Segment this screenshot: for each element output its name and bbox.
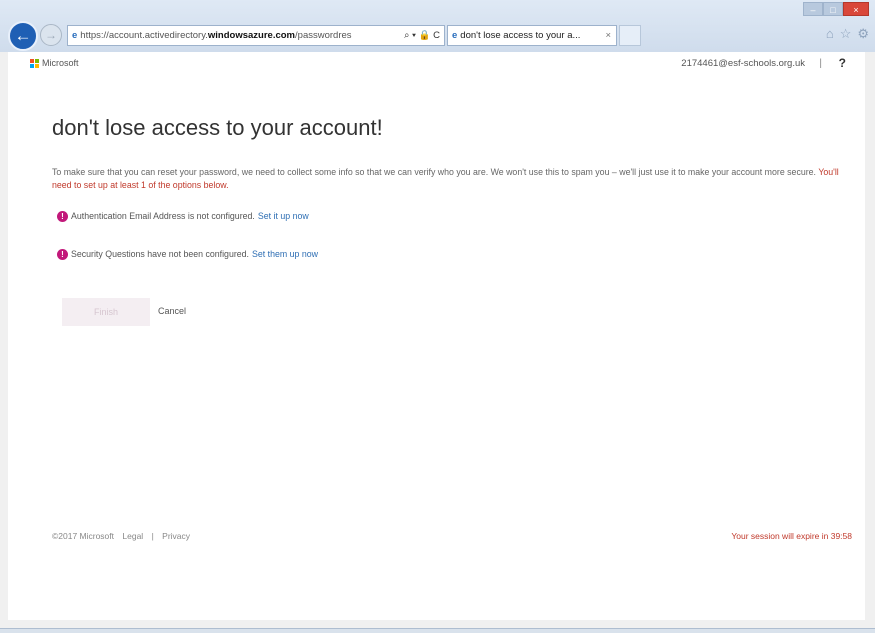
forward-button[interactable]: →	[40, 24, 62, 46]
email-status-text: Authentication Email Address is not conf…	[71, 211, 255, 221]
page-title: don't lose access to your account!	[52, 115, 383, 140]
privacy-link[interactable]: Privacy	[162, 531, 190, 541]
tab-title: don't lose access to your a...	[460, 30, 581, 41]
set-up-questions-link[interactable]: Set them up now	[252, 249, 318, 259]
brand-name: Microsoft	[42, 58, 79, 68]
close-window-button[interactable]: ×	[843, 2, 869, 16]
alert-icon: !	[57, 249, 68, 261]
back-button[interactable]: ←	[8, 21, 38, 51]
set-up-email-link[interactable]: Set it up now	[258, 211, 309, 221]
ie-icon: e	[72, 30, 78, 41]
taskbar	[0, 628, 875, 633]
url-host-main: windowsazure.com	[207, 30, 296, 41]
page-footer: ©2017 Microsoft Legal | Privacy Your ses…	[52, 531, 852, 545]
window-controls: – □ ×	[803, 2, 869, 16]
url-scheme: https://	[80, 30, 109, 41]
new-tab-button[interactable]	[619, 25, 641, 46]
header-separator: |	[819, 58, 822, 69]
url-host-prefix: account.activedirectory.	[108, 30, 208, 41]
legal-link[interactable]: Legal	[122, 531, 143, 541]
footer-separator: |	[151, 531, 154, 541]
microsoft-logo-icon	[30, 59, 39, 68]
finish-button[interactable]: Finish	[62, 298, 150, 326]
questions-status-text: Security Questions have not been configu…	[71, 249, 250, 259]
intro-text: To make sure that you can reset your pas…	[52, 166, 852, 192]
browser-toolbar-icons: ⌂ ☆ ⚙	[826, 26, 869, 42]
minimize-button[interactable]: –	[803, 2, 823, 16]
ie-icon: e	[452, 30, 458, 41]
close-tab-icon[interactable]: ×	[605, 26, 611, 45]
star-icon[interactable]: ☆	[840, 26, 852, 42]
url-path: /passwordres	[295, 30, 352, 41]
browser-chrome: ← → e https://account.activedirectory.win…	[0, 0, 875, 52]
ms-header: Microsoft 2174461@esf-schools.org.uk | ?	[30, 55, 850, 73]
alert-icon: !	[57, 211, 68, 223]
cancel-link[interactable]: Cancel	[158, 306, 186, 316]
copyright: ©2017 Microsoft	[52, 531, 115, 541]
help-icon[interactable]: ?	[839, 56, 846, 70]
security-questions-item: ! Security Questions have not been config…	[57, 246, 318, 262]
user-email[interactable]: 2174461@esf-schools.org.uk	[681, 58, 805, 69]
maximize-button[interactable]: □	[823, 2, 843, 16]
gear-icon[interactable]: ⚙	[857, 26, 869, 42]
session-timer: Your session will expire in 39:58	[731, 531, 852, 541]
intro-body: To make sure that you can reset your pas…	[52, 167, 817, 177]
address-controls[interactable]: ⌕ ▾ 🔒 C	[401, 26, 440, 45]
browser-tab[interactable]: e don't lose access to your a... ×	[447, 25, 617, 46]
address-bar[interactable]: e https://account.activedirectory.windows…	[67, 25, 445, 46]
home-icon[interactable]: ⌂	[826, 26, 834, 42]
email-setup-item: ! Authentication Email Address is not con…	[57, 208, 309, 224]
